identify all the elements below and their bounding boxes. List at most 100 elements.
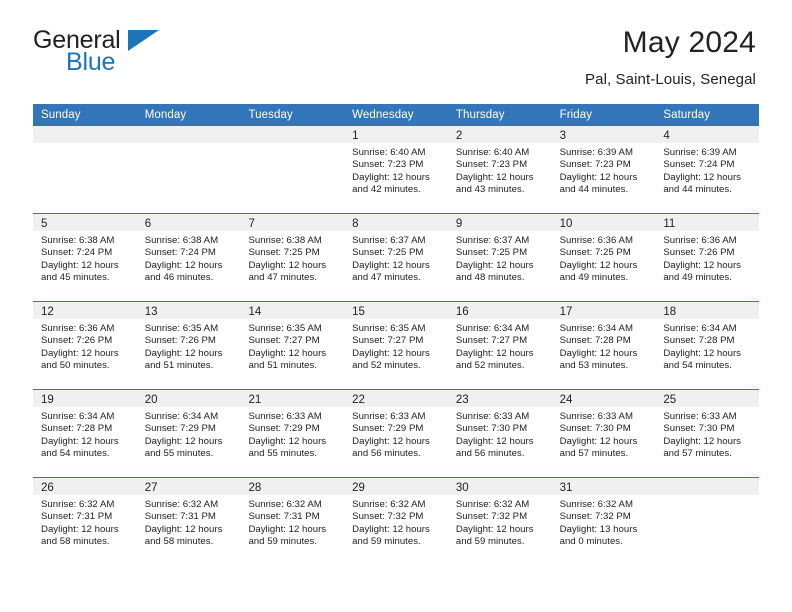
day-cell[interactable]: 12 Sunrise: 6:36 AM Sunset: 7:26 PM Dayligh… bbox=[33, 302, 137, 389]
day-detail-line: Sunset: 7:32 PM bbox=[559, 511, 631, 523]
day-detail-line: Daylight: 12 hours bbox=[663, 347, 741, 359]
day-number: 9 bbox=[455, 218, 463, 230]
day-details: Sunrise: 6:33 AM Sunset: 7:29 PM Daylight:… bbox=[344, 407, 448, 461]
day-detail-line: Daylight: 12 hours bbox=[352, 259, 430, 271]
day-detail-line: Sunset: 7:29 PM bbox=[248, 423, 320, 435]
day-number-band: 10 bbox=[551, 214, 656, 231]
weekday-header-friday: Friday bbox=[559, 109, 593, 121]
day-detail-line: Daylight: 12 hours bbox=[352, 347, 430, 359]
day-detail-line: Sunrise: 6:33 AM bbox=[248, 411, 322, 422]
day-cell[interactable]: 9 Sunrise: 6:37 AM Sunset: 7:25 PM Daylight… bbox=[447, 214, 552, 301]
day-cell[interactable]: 25 Sunrise: 6:33 AM Sunset: 7:30 PM Dayligh… bbox=[655, 390, 760, 477]
day-cell[interactable]: 28 Sunrise: 6:32 AM Sunset: 7:31 PM Dayligh… bbox=[240, 478, 345, 565]
day-detail-line: Daylight: 12 hours bbox=[144, 347, 223, 359]
weekday-header-monday: Monday bbox=[144, 109, 187, 121]
day-details: Sunrise: 6:32 AM Sunset: 7:32 PM Daylight:… bbox=[344, 495, 448, 549]
day-number-band: 13 bbox=[136, 302, 241, 319]
day-cell[interactable]: 17 Sunrise: 6:34 AM Sunset: 7:28 PM Dayligh… bbox=[551, 302, 656, 389]
day-cell[interactable]: 14 Sunrise: 6:35 AM Sunset: 7:27 PM Dayligh… bbox=[240, 302, 345, 389]
day-detail-line: and 55 minutes. bbox=[144, 448, 214, 460]
day-details: Sunrise: 6:36 AM Sunset: 7:25 PM Daylight:… bbox=[552, 231, 656, 285]
day-number: 8 bbox=[352, 218, 359, 230]
day-detail-line: Sunrise: 6:32 AM bbox=[455, 499, 530, 510]
day-cell[interactable]: 20 Sunrise: 6:34 AM Sunset: 7:29 PM Dayligh… bbox=[136, 390, 241, 477]
day-detail-line: and 46 minutes. bbox=[144, 272, 214, 284]
day-cell[interactable]: 5 Sunrise: 6:38 AM Sunset: 7:24 PM Daylight… bbox=[33, 214, 137, 301]
day-detail-line: Sunset: 7:25 PM bbox=[455, 247, 528, 259]
day-detail-line: Sunset: 7:27 PM bbox=[455, 335, 528, 347]
day-cell[interactable]: 23 Sunrise: 6:33 AM Sunset: 7:30 PM Dayligh… bbox=[447, 390, 552, 477]
day-cell[interactable]: 21 Sunrise: 6:33 AM Sunset: 7:29 PM Dayligh… bbox=[240, 390, 345, 477]
day-detail-line: Daylight: 12 hours bbox=[663, 171, 741, 183]
day-detail-line: and 57 minutes. bbox=[663, 448, 732, 460]
calendar-week-row: 12 Sunrise: 6:36 AM Sunset: 7:26 PM Dayligh… bbox=[33, 301, 760, 389]
day-detail-line: Sunrise: 6:38 AM bbox=[248, 235, 322, 246]
day-cell[interactable]: 31 Sunrise: 6:32 AM Sunset: 7:32 PM Dayligh… bbox=[551, 478, 656, 565]
day-cell[interactable]: 27 Sunrise: 6:32 AM Sunset: 7:31 PM Dayligh… bbox=[136, 478, 241, 565]
day-cell[interactable]: 10 Sunrise: 6:36 AM Sunset: 7:25 PM Dayligh… bbox=[551, 214, 656, 301]
calendar-week-row: 1 Sunrise: 6:40 AM Sunset: 7:23 PM Daylight… bbox=[33, 126, 760, 213]
day-cell[interactable]: 30 Sunrise: 6:32 AM Sunset: 7:32 PM Dayligh… bbox=[447, 478, 552, 565]
day-cell[interactable]: 6 Sunrise: 6:38 AM Sunset: 7:24 PM Daylight… bbox=[136, 214, 241, 301]
day-detail-line: and 58 minutes. bbox=[144, 536, 214, 548]
page-title: May 2024 bbox=[622, 26, 756, 59]
day-detail-line: Sunrise: 6:35 AM bbox=[144, 323, 219, 334]
day-cell[interactable]: 8 Sunrise: 6:37 AM Sunset: 7:25 PM Daylight… bbox=[344, 214, 448, 301]
calendar-week-row: 5 Sunrise: 6:38 AM Sunset: 7:24 PM Daylight… bbox=[33, 213, 760, 301]
day-number: 21 bbox=[248, 394, 262, 406]
day-detail-line: Sunset: 7:26 PM bbox=[41, 335, 113, 347]
day-cell[interactable]: 2 Sunrise: 6:40 AM Sunset: 7:23 PM Daylight… bbox=[447, 126, 552, 213]
day-detail-line: and 48 minutes. bbox=[455, 272, 525, 284]
day-cell[interactable]: 19 Sunrise: 6:34 AM Sunset: 7:28 PM Dayligh… bbox=[33, 390, 137, 477]
day-detail-line: and 42 minutes. bbox=[352, 184, 421, 196]
day-cell[interactable]: 22 Sunrise: 6:33 AM Sunset: 7:29 PM Dayligh… bbox=[344, 390, 448, 477]
day-detail-line: Sunset: 7:28 PM bbox=[559, 335, 631, 347]
day-detail-line: and 52 minutes. bbox=[455, 360, 525, 372]
day-details: Sunrise: 6:32 AM Sunset: 7:31 PM Daylight:… bbox=[33, 495, 137, 549]
day-cell[interactable]: 29 Sunrise: 6:32 AM Sunset: 7:32 PM Dayligh… bbox=[344, 478, 448, 565]
day-detail-line: Sunset: 7:23 PM bbox=[455, 159, 528, 171]
day-number: 25 bbox=[663, 394, 677, 406]
day-detail-line: Sunrise: 6:40 AM bbox=[352, 147, 426, 158]
day-detail-line: and 54 minutes. bbox=[663, 360, 732, 372]
day-detail-line: Sunrise: 6:39 AM bbox=[559, 147, 633, 158]
day-cell[interactable]: 26 Sunrise: 6:32 AM Sunset: 7:31 PM Dayligh… bbox=[33, 478, 137, 565]
day-number: 27 bbox=[144, 482, 158, 494]
day-cell[interactable]: 15 Sunrise: 6:35 AM Sunset: 7:27 PM Dayligh… bbox=[344, 302, 448, 389]
day-cell[interactable]: 3 Sunrise: 6:39 AM Sunset: 7:23 PM Daylight… bbox=[551, 126, 656, 213]
day-details: Sunrise: 6:35 AM Sunset: 7:26 PM Daylight:… bbox=[137, 319, 241, 373]
day-detail-line: Daylight: 12 hours bbox=[144, 523, 223, 535]
day-details: Sunrise: 6:32 AM Sunset: 7:32 PM Daylight:… bbox=[552, 495, 656, 549]
day-detail-line: Daylight: 12 hours bbox=[144, 259, 223, 271]
day-detail-line: Daylight: 12 hours bbox=[455, 171, 534, 183]
day-detail-line: Daylight: 12 hours bbox=[455, 523, 534, 535]
day-number-band: 23 bbox=[447, 390, 552, 407]
day-cell[interactable]: 18 Sunrise: 6:34 AM Sunset: 7:28 PM Dayligh… bbox=[655, 302, 760, 389]
day-detail-line: Daylight: 12 hours bbox=[352, 523, 430, 535]
day-detail-line: and 57 minutes. bbox=[559, 448, 629, 460]
day-detail-line: Daylight: 12 hours bbox=[352, 171, 430, 183]
day-details: Sunrise: 6:33 AM Sunset: 7:30 PM Daylight:… bbox=[448, 407, 552, 461]
day-cell[interactable]: 24 Sunrise: 6:33 AM Sunset: 7:30 PM Dayligh… bbox=[551, 390, 656, 477]
day-detail-line: Sunset: 7:25 PM bbox=[248, 247, 320, 259]
day-cell[interactable]: 13 Sunrise: 6:35 AM Sunset: 7:26 PM Dayligh… bbox=[136, 302, 241, 389]
day-detail-line: Sunrise: 6:32 AM bbox=[144, 499, 219, 510]
day-details: Sunrise: 6:37 AM Sunset: 7:25 PM Daylight:… bbox=[344, 231, 448, 285]
day-detail-line: Daylight: 12 hours bbox=[663, 435, 741, 447]
day-cell[interactable]: 7 Sunrise: 6:38 AM Sunset: 7:25 PM Daylight… bbox=[240, 214, 345, 301]
day-detail-line: Daylight: 12 hours bbox=[248, 347, 327, 359]
day-detail-line: Sunset: 7:24 PM bbox=[663, 159, 735, 171]
day-number-band: 9 bbox=[447, 214, 552, 231]
day-details: Sunrise: 6:40 AM Sunset: 7:23 PM Daylight:… bbox=[448, 143, 552, 197]
day-cell-empty bbox=[136, 126, 241, 213]
calendar-page: General Blue May 2024 Pal, Saint-Louis, … bbox=[0, 0, 792, 612]
day-cell[interactable]: 16 Sunrise: 6:34 AM Sunset: 7:27 PM Dayligh… bbox=[447, 302, 552, 389]
day-number: 28 bbox=[248, 482, 262, 494]
day-cell[interactable]: 4 Sunrise: 6:39 AM Sunset: 7:24 PM Daylight… bbox=[655, 126, 760, 213]
day-detail-line: Sunset: 7:30 PM bbox=[663, 423, 735, 435]
day-number-band: 29 bbox=[344, 478, 448, 495]
day-number-band bbox=[240, 126, 345, 143]
day-cell[interactable]: 1 Sunrise: 6:40 AM Sunset: 7:23 PM Daylight… bbox=[344, 126, 448, 213]
day-cell[interactable]: 11 Sunrise: 6:36 AM Sunset: 7:26 PM Dayligh… bbox=[655, 214, 760, 301]
day-detail-line: Sunset: 7:31 PM bbox=[144, 511, 216, 523]
